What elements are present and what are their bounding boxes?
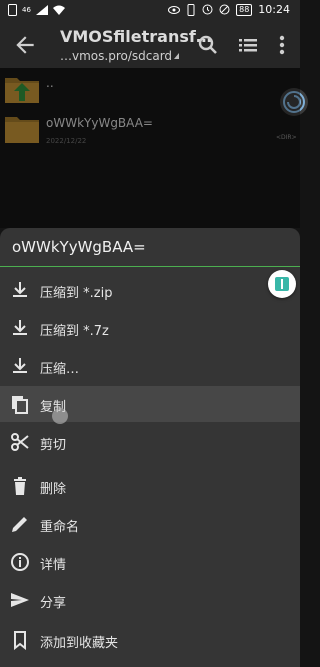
- trash-icon: [14, 477, 26, 495]
- status-left: 46: [8, 4, 65, 16]
- menu-item-label: 分享: [40, 596, 67, 611]
- touch-indicator: [52, 408, 68, 424]
- menu-item-compress-7z[interactable]: 压缩到 *.7z: [0, 310, 300, 346]
- divider: [0, 266, 300, 267]
- menu-item-cut[interactable]: 剪切: [0, 424, 300, 460]
- menu-item-compress[interactable]: 压缩…: [0, 348, 300, 384]
- info-icon: [11, 553, 29, 571]
- status-bar: 46 88 10:24: [0, 0, 300, 22]
- path-dropdown-icon[interactable]: [174, 53, 179, 59]
- menu-item-label: 剪切: [40, 438, 67, 453]
- menu-item-rename[interactable]: 重命名: [0, 506, 300, 542]
- menu-item-share[interactable]: 分享: [0, 582, 300, 618]
- menu-item-add-favorite[interactable]: 添加到收藏夹: [0, 622, 300, 658]
- alarm-icon: [202, 4, 213, 15]
- menu-item-label: 重命名: [40, 520, 80, 535]
- scissors-icon: [11, 433, 29, 451]
- menu-item-compress-zip[interactable]: 压缩到 *.zip: [0, 272, 300, 308]
- network-type: 46: [22, 6, 31, 14]
- copy-icon: [12, 396, 28, 414]
- send-icon: [11, 593, 29, 607]
- sim-icon: [8, 4, 17, 16]
- download-icon: [13, 282, 27, 297]
- dnd-icon: [219, 4, 230, 15]
- scrim[interactable]: [0, 68, 300, 228]
- pencil-icon: [12, 517, 27, 532]
- context-menu-sheet: oWWkYyWgBAA= 压缩到 *.zip 压缩到 *.7z 压缩… 复制 剪…: [0, 228, 300, 667]
- download-icon: [13, 358, 27, 373]
- menu-item-copy[interactable]: 复制: [0, 386, 300, 422]
- app-title: VMOSfiletransf…: [60, 27, 212, 46]
- menu-item-label: 压缩到 *.zip: [40, 286, 113, 301]
- battery-indicator: 88: [236, 3, 253, 16]
- menu-item-label: 压缩…: [40, 362, 80, 377]
- app-bar: VMOSfiletransf… …vmos.pro/sdcard: [0, 22, 300, 68]
- status-right: 88 10:24: [168, 3, 290, 16]
- floating-app-button[interactable]: [268, 270, 296, 298]
- menu-item-details[interactable]: 详情: [0, 544, 300, 580]
- list-view-icon[interactable]: [236, 33, 260, 57]
- bookmark-icon: [14, 631, 26, 650]
- menu-item-delete[interactable]: 删除: [0, 468, 300, 504]
- menu-item-label: 详情: [40, 558, 67, 573]
- menu-item-label: 删除: [40, 482, 67, 497]
- sheet-title: oWWkYyWgBAA=: [12, 238, 146, 256]
- back-arrow-icon[interactable]: [12, 32, 38, 58]
- download-icon: [13, 320, 27, 335]
- book-icon: [275, 277, 289, 291]
- search-icon[interactable]: [196, 33, 220, 57]
- more-options-icon[interactable]: [270, 33, 294, 57]
- eye-icon: [168, 5, 181, 14]
- vibrate-icon: [187, 3, 195, 16]
- clock: 10:24: [258, 3, 290, 16]
- signal-icon: [35, 5, 48, 15]
- wifi-icon: [52, 5, 65, 15]
- menu-item-label: 压缩到 *.7z: [40, 324, 109, 339]
- menu-item-label: 添加到收藏夹: [40, 636, 119, 651]
- current-path[interactable]: …vmos.pro/sdcard: [60, 49, 172, 63]
